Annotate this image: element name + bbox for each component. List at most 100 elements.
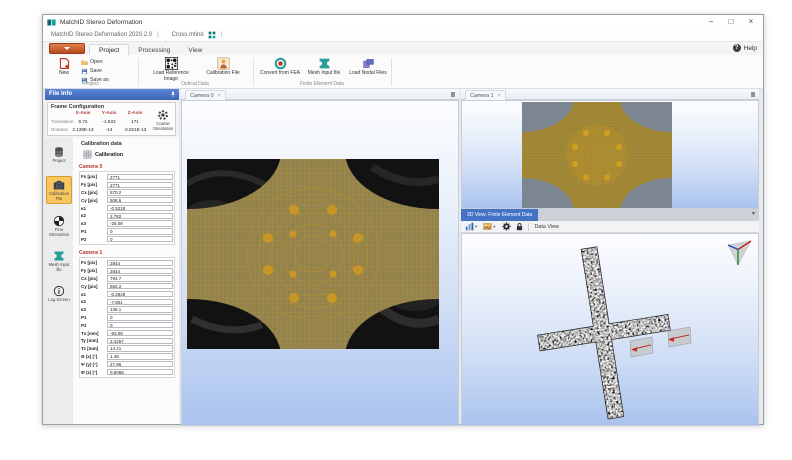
param-value-field[interactable]: 0 [107, 228, 173, 234]
lock-button[interactable] [515, 222, 524, 231]
param-value-field[interactable]: 3.782 [107, 213, 173, 219]
calibration-grid-icon [83, 150, 92, 159]
x-axis-header: X-Axis [70, 111, 96, 116]
param-row: P20 [81, 235, 173, 243]
param-label: κ3 [81, 307, 107, 312]
chevron-down-icon[interactable]: ▾ [493, 224, 495, 230]
file-info-panel: Frame Configuration X-Axis Y-Axis Z-Axis… [45, 100, 179, 424]
camera1-tab[interactable]: Camera 1 × [465, 90, 506, 100]
param-row: Cy [pix]508.6 [81, 196, 173, 204]
param-row: κ1-0.5218 [81, 204, 173, 212]
param-label: P1 [81, 315, 107, 320]
view3d-header-tab[interactable]: 3D View: Finite Element Data [461, 209, 538, 221]
tab-view[interactable]: View [179, 45, 211, 55]
camera0-tab[interactable]: Camera 0 × [185, 90, 226, 100]
param-label: Fy [pix] [81, 268, 107, 273]
load-reference-image-button[interactable]: Load Reference Image [146, 57, 196, 82]
param-value-field[interactable]: 3.4267 [107, 338, 173, 344]
file-menu-button[interactable] [49, 43, 85, 54]
project-icon [53, 146, 65, 158]
param-value-field[interactable]: -0.5218 [107, 205, 173, 211]
param-label: κ1 [81, 206, 107, 211]
ribbon: New Open Save Save as Project Load Refer… [43, 55, 763, 89]
sidebar-item-fine-orientation[interactable]: Fine Orientation [46, 213, 72, 239]
camera1-viewport[interactable] [461, 100, 759, 209]
param-label: Cy [pix] [81, 284, 107, 289]
param-label: κ2 [81, 299, 107, 304]
open-button[interactable]: Open [81, 58, 103, 66]
param-value-field[interactable]: 2844 [107, 260, 173, 266]
param-row: Fx [pix]2771 [81, 173, 173, 181]
title-bar: MatchID Stereo Deformation – □ × [43, 15, 763, 29]
app-icon [47, 18, 56, 27]
param-value-field[interactable]: 136.1 [107, 306, 173, 312]
param-value-field[interactable]: -7.801 [107, 299, 173, 305]
texture-icon [483, 222, 492, 231]
translation-z-value: 171 [122, 119, 148, 124]
close-icon[interactable]: × [498, 93, 501, 99]
param-label: Tz [mm] [81, 346, 107, 351]
param-value-field[interactable]: -0.2928 [107, 291, 173, 297]
chevron-down-icon [64, 47, 70, 50]
calibration-file-button[interactable]: Calibration File [201, 57, 245, 77]
param-value-field[interactable]: 27.86 [107, 361, 173, 367]
panel-menu-icon[interactable]: ▾ [752, 210, 755, 217]
param-value-field[interactable]: 0 [107, 322, 173, 328]
tab-processing[interactable]: Processing [129, 45, 179, 55]
sidebar-item-log-screen[interactable]: Log Screen [46, 283, 72, 305]
param-value-field[interactable]: 794.7 [107, 275, 173, 281]
calibration-data-group-label: Calibration data [81, 141, 122, 147]
load-nodal-files-button[interactable]: Load Nodal Files [347, 57, 389, 77]
param-value-field[interactable]: -93.08 [107, 330, 173, 336]
sidebar-item-calibration-file[interactable]: Calibration File [46, 176, 72, 204]
file-info-panel-header[interactable]: File Info [45, 89, 179, 100]
param-value-field[interactable]: 560.2 [107, 283, 173, 289]
param-value-field[interactable]: 2844 [107, 268, 173, 274]
camera0-viewport[interactable] [181, 100, 459, 426]
fine-orientation-icon [53, 215, 65, 227]
param-value-field[interactable]: 508.6 [107, 197, 173, 203]
new-button[interactable]: New [51, 57, 77, 77]
chart-type-button[interactable] [465, 222, 474, 231]
chevron-down-icon[interactable]: ▾ [475, 224, 477, 230]
view3d-viewport[interactable] [461, 233, 759, 426]
sidebar-item-project[interactable]: Project [46, 144, 72, 166]
pin-icon[interactable] [751, 92, 755, 97]
param-row: κ2-7.801 [81, 298, 173, 306]
maximize-button[interactable]: □ [721, 15, 741, 28]
mesh-input-file-icon [318, 57, 331, 70]
param-value-field[interactable]: 2771 [107, 174, 173, 180]
param-value-field[interactable]: 0 [107, 314, 173, 320]
minimize-button[interactable]: – [701, 15, 721, 28]
coarse-orientation-button[interactable]: Coarse Orientation [150, 109, 176, 132]
save-button[interactable]: Save [81, 67, 102, 75]
param-value-field[interactable]: 570.2 [107, 189, 173, 195]
param-label: Cy [pix] [81, 198, 107, 203]
mesh-input-file-button[interactable]: Mesh Input file [303, 57, 345, 77]
rotation-x-value: 2.139E-13 [70, 127, 96, 132]
group-label-optical-data: Optical Data [140, 81, 250, 87]
convert-from-fea-button[interactable]: Convert from FEA [259, 57, 301, 77]
sidebar-item-mesh-input-file[interactable]: Mesh Input file [46, 248, 72, 274]
texture-button[interactable] [483, 222, 492, 231]
param-row: κ1-0.2928 [81, 290, 173, 298]
param-value-field[interactable]: 1.48 [107, 353, 173, 359]
calibration-item[interactable]: Calibration [83, 150, 123, 159]
camera0-tab-strip: Camera 0 × [181, 89, 459, 100]
close-icon[interactable]: × [218, 93, 221, 99]
param-label: Θ (x) [°] [81, 354, 107, 359]
param-value-field[interactable]: 0 [107, 236, 173, 242]
settings-button[interactable] [502, 222, 511, 231]
param-value-field[interactable]: 14.21 [107, 345, 173, 351]
param-label: Cx [pix] [81, 190, 107, 195]
param-value-field[interactable]: 2771 [107, 182, 173, 188]
param-value-field[interactable]: 0.5068 [107, 369, 173, 375]
close-button[interactable]: × [741, 15, 761, 28]
rotation-z-value: -3.021E-13 [122, 127, 148, 132]
pin-icon[interactable] [451, 92, 455, 97]
tab-project[interactable]: Project [89, 44, 129, 55]
param-row: κ3-28.08 [81, 220, 173, 228]
window-title: MatchID Stereo Deformation [60, 19, 142, 26]
help-button[interactable]: ? Help [733, 44, 757, 52]
param-value-field[interactable]: -28.08 [107, 220, 173, 226]
